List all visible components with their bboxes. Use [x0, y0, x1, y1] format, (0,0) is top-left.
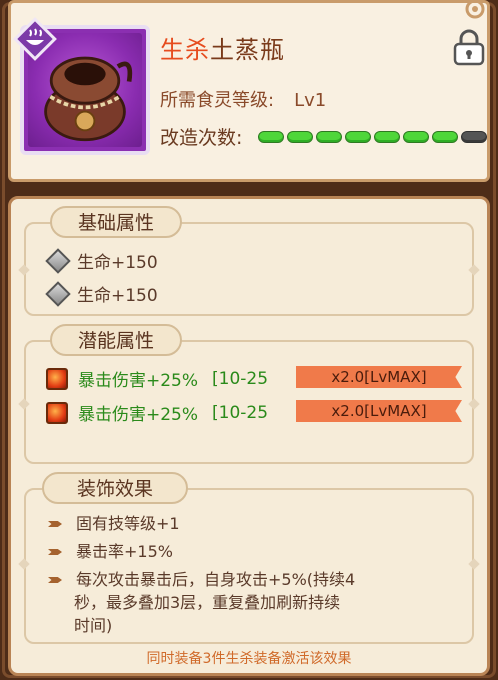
decoration-effect-row: 固有技等级+1: [46, 513, 180, 535]
potential-attributes-title: 潜能属性: [50, 324, 182, 356]
progress-pip: [316, 131, 342, 143]
decoration-effect-title: 装饰效果: [42, 472, 188, 504]
decoration-effect-row-continued: 时间): [74, 616, 113, 635]
potential-level-tag: x2.0[LvMAX]: [296, 400, 462, 422]
required-level: 所需食灵等级: Lv1: [160, 90, 327, 111]
attribute-diamond-icon: [45, 280, 71, 307]
progress-pip: [287, 131, 313, 143]
item-name: 生杀土蒸瓶: [160, 36, 285, 64]
base-attribute-row: 生命+150: [45, 280, 158, 307]
progress-pip: [403, 131, 429, 143]
progress-pip: [258, 131, 284, 143]
set-bonus-note: 同时装备3件生杀装备激活该效果: [146, 651, 352, 667]
steam-bowl-icon: [13, 17, 57, 61]
decoration-effect-row: 每次攻击暴击后，自身攻击+5%(持续4: [46, 569, 355, 591]
crit-gem-icon: [46, 401, 68, 424]
base-attributes-title: 基础属性: [50, 206, 182, 238]
arrow-bullet-icon: [48, 548, 66, 556]
arrow-bullet-icon: [48, 576, 66, 584]
lock-icon[interactable]: [452, 28, 486, 66]
corner-ornament-icon: [465, 3, 485, 19]
crit-gem-icon: [46, 367, 68, 390]
decoration-effect-row-continued: 秒，最多叠加3层，重复叠加刷新持续: [74, 593, 341, 612]
modify-count-progress: [258, 131, 487, 143]
progress-pip: [345, 131, 371, 143]
decoration-effect-row: 暴击率+15%: [46, 541, 173, 563]
modify-count-label: 改造次数:: [160, 127, 243, 149]
progress-pip-empty: [461, 131, 487, 143]
arrow-bullet-icon: [48, 520, 66, 528]
potential-attribute-row: 暴击伤害+25% [10-25: [46, 366, 268, 391]
progress-pip: [374, 131, 400, 143]
attribute-diamond-icon: [45, 247, 71, 274]
potential-level-tag: x2.0[LvMAX]: [296, 366, 462, 388]
required-level-value: Lv1: [294, 90, 327, 111]
potential-attribute-row: 暴击伤害+25% [10-25: [46, 400, 268, 425]
progress-pip: [432, 131, 458, 143]
base-attribute-row: 生命+150: [45, 247, 158, 274]
